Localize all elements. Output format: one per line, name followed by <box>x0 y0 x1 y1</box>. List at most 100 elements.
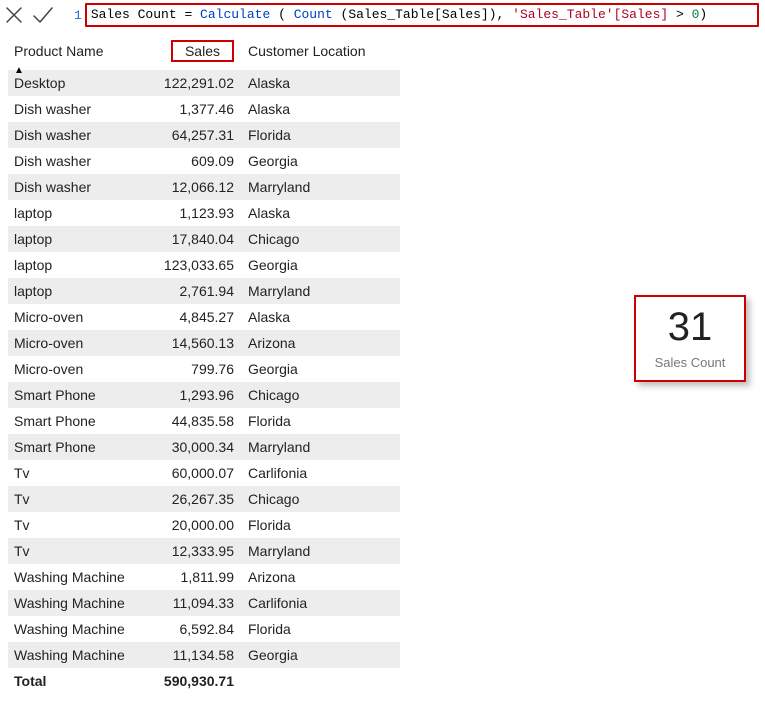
table-row[interactable]: Smart Phone44,835.58Florida <box>8 408 400 434</box>
cell-product: Micro-oven <box>8 309 142 325</box>
cell-location: Arizona <box>240 569 400 585</box>
sales-count-card[interactable]: 31 Sales Count <box>634 295 746 382</box>
table-row[interactable]: Micro-oven799.76Georgia <box>8 356 400 382</box>
cell-product: Smart Phone <box>8 413 142 429</box>
table-row[interactable]: laptop1,123.93Alaska <box>8 200 400 226</box>
cell-product: Smart Phone <box>8 387 142 403</box>
formula-token: Calculate <box>192 7 278 22</box>
cell-sales: 4,845.27 <box>142 309 240 325</box>
cell-location: Arizona <box>240 335 400 351</box>
cell-product: Micro-oven <box>8 335 142 351</box>
formula-token: 'Sales_Table'[Sales] <box>512 7 668 22</box>
cell-location: Carlifonia <box>240 465 400 481</box>
cell-sales: 799.76 <box>142 361 240 377</box>
formula-token: Sales_Table[Sales] <box>348 7 488 22</box>
formula-input[interactable]: Sales Count = Calculate ( Count (Sales_T… <box>85 3 759 27</box>
table-row[interactable]: Tv12,333.95Marryland <box>8 538 400 564</box>
cell-sales: 1,293.96 <box>142 387 240 403</box>
cell-product: Washing Machine <box>8 569 142 585</box>
cell-location: Florida <box>240 517 400 533</box>
table-row[interactable]: laptop123,033.65Georgia <box>8 252 400 278</box>
column-header-sales[interactable]: Sales <box>142 40 240 62</box>
table-row[interactable]: Tv60,000.07Carlifonia <box>8 460 400 486</box>
cell-sales: 12,066.12 <box>142 179 240 195</box>
table-row[interactable]: Micro-oven14,560.13Arizona <box>8 330 400 356</box>
cell-location: Carlifonia <box>240 595 400 611</box>
formula-token: Count <box>294 7 341 22</box>
cell-sales: 11,134.58 <box>142 647 240 663</box>
cell-location: Chicago <box>240 387 400 403</box>
cell-location: Chicago <box>240 231 400 247</box>
cell-location: Florida <box>240 413 400 429</box>
cell-sales: 64,257.31 <box>142 127 240 143</box>
cell-product: Dish washer <box>8 179 142 195</box>
cell-sales: 609.09 <box>142 153 240 169</box>
cell-location: Alaska <box>240 309 400 325</box>
cell-product: Tv <box>8 517 142 533</box>
cell-location: Florida <box>240 621 400 637</box>
cell-sales: 122,291.02 <box>142 75 240 91</box>
cell-location: Florida <box>240 127 400 143</box>
cell-sales: 123,033.65 <box>142 257 240 273</box>
table-row[interactable]: Washing Machine11,094.33Carlifonia <box>8 590 400 616</box>
table-total-row: Total 590,930.71 <box>8 668 400 694</box>
table-row[interactable]: laptop17,840.04Chicago <box>8 226 400 252</box>
cell-sales: 14,560.13 <box>142 335 240 351</box>
table-row[interactable]: Dish washer12,066.12Marryland <box>8 174 400 200</box>
table-row[interactable]: laptop2,761.94Marryland <box>8 278 400 304</box>
table-row[interactable]: Dish washer1,377.46Alaska <box>8 96 400 122</box>
cell-location: Alaska <box>240 101 400 117</box>
formula-token: Sales Count <box>91 7 185 22</box>
cell-location: Marryland <box>240 179 400 195</box>
cell-sales: 1,377.46 <box>142 101 240 117</box>
card-label: Sales Count <box>640 355 740 370</box>
formula-bar: 1 Sales Count = Calculate ( Count (Sales… <box>0 0 765 30</box>
formula-token: > <box>668 7 691 22</box>
column-header-location[interactable]: Customer Location <box>240 43 400 59</box>
cell-sales: 60,000.07 <box>142 465 240 481</box>
cell-location: Alaska <box>240 205 400 221</box>
table-row[interactable]: Smart Phone30,000.34Marryland <box>8 434 400 460</box>
cell-product: laptop <box>8 283 142 299</box>
table-row[interactable]: Washing Machine1,811.99Arizona <box>8 564 400 590</box>
table-row[interactable]: Washing Machine11,134.58Georgia <box>8 642 400 668</box>
cell-sales: 1,811.99 <box>142 569 240 585</box>
formula-token: ), <box>489 7 512 22</box>
cell-product: Dish washer <box>8 101 142 117</box>
column-header-product-label: Product Name <box>14 43 103 59</box>
column-header-product[interactable]: Product Name ▲ <box>8 43 142 59</box>
table-row[interactable]: Dish washer609.09Georgia <box>8 148 400 174</box>
cell-product: Tv <box>8 543 142 559</box>
total-value: 590,930.71 <box>142 673 240 689</box>
sort-ascending-icon: ▲ <box>14 65 24 76</box>
cell-product: Tv <box>8 465 142 481</box>
cell-product: laptop <box>8 231 142 247</box>
cell-location: Chicago <box>240 491 400 507</box>
cell-product: laptop <box>8 205 142 221</box>
table-row[interactable]: Smart Phone1,293.96Chicago <box>8 382 400 408</box>
cell-product: Washing Machine <box>8 621 142 637</box>
table-row[interactable]: Washing Machine6,592.84Florida <box>8 616 400 642</box>
cell-sales: 12,333.95 <box>142 543 240 559</box>
table-row[interactable]: Tv26,267.35Chicago <box>8 486 400 512</box>
cell-location: Georgia <box>240 153 400 169</box>
table-row[interactable]: Dish washer64,257.31Florida <box>8 122 400 148</box>
formula-token: ) <box>699 7 707 22</box>
cell-product: Dish washer <box>8 153 142 169</box>
cancel-icon[interactable] <box>4 5 24 25</box>
cell-sales: 11,094.33 <box>142 595 240 611</box>
card-value: 31 <box>640 307 740 347</box>
cell-sales: 1,123.93 <box>142 205 240 221</box>
cell-sales: 6,592.84 <box>142 621 240 637</box>
cell-product: Washing Machine <box>8 595 142 611</box>
cell-product: Smart Phone <box>8 439 142 455</box>
confirm-icon[interactable] <box>32 5 54 25</box>
table-row[interactable]: Micro-oven4,845.27Alaska <box>8 304 400 330</box>
column-header-location-label: Customer Location <box>248 43 366 59</box>
column-header-sales-label: Sales <box>171 40 234 62</box>
cell-location: Georgia <box>240 361 400 377</box>
table-row[interactable]: Desktop122,291.02Alaska <box>8 70 400 96</box>
cell-product: Washing Machine <box>8 647 142 663</box>
table-row[interactable]: Tv20,000.00Florida <box>8 512 400 538</box>
formula-line-number: 1 <box>64 8 85 23</box>
